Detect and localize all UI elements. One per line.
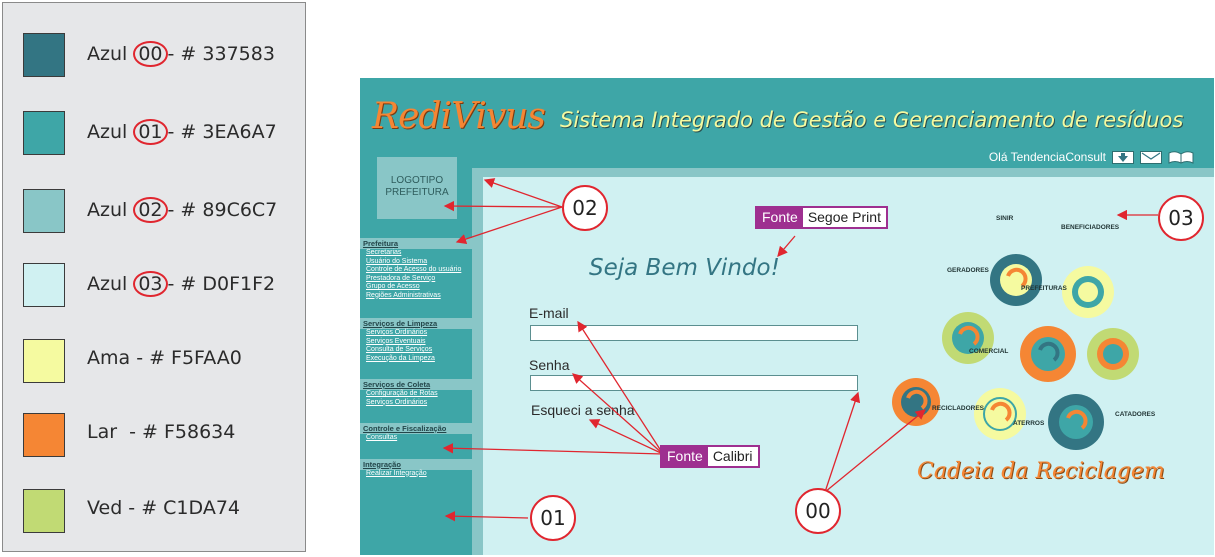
- sidebar-item[interactable]: Controle de Acesso do usuário: [360, 266, 472, 275]
- gear-label: SINIR: [996, 215, 1014, 222]
- gear-label: GERADORES: [947, 267, 989, 274]
- swatch-row-azul-00: Azul 00- # 337583: [3, 27, 303, 87]
- sidebar-section-title: Controle e Fiscalização: [360, 423, 472, 434]
- app-logo: RediVivus: [372, 96, 546, 137]
- gear-sinir: [990, 254, 1042, 306]
- font-tag-segoe: Fonte Segoe Print: [755, 206, 888, 229]
- swatch-row-azul-01: Azul 01- # 3EA6A7: [3, 105, 303, 165]
- sidebar-item[interactable]: Usuário do Sistema: [360, 258, 472, 267]
- content-frame-top: [472, 168, 1214, 177]
- sidebar-item[interactable]: Serviços Eventuais: [360, 338, 472, 347]
- email-label: E-mail: [529, 305, 569, 321]
- swatch-azul-02: [23, 189, 65, 233]
- swatch-row-lar: Lar - # F58634: [3, 407, 303, 467]
- download-icon[interactable]: [1112, 150, 1134, 164]
- annotation-circle-03: 03: [1158, 195, 1204, 241]
- sidebar-item[interactable]: Consultas: [360, 434, 472, 443]
- logo-box-line: PREFEITURA: [385, 187, 449, 198]
- sidebar-section-title: Serviços de Coleta: [360, 379, 472, 390]
- gear-prefeituras: [1020, 326, 1076, 382]
- font-tag-value: Calibri: [707, 447, 758, 466]
- logo-box-line: LOGOTIPO: [390, 175, 444, 186]
- gear-label: RECICLADORES: [932, 405, 985, 412]
- mail-icon[interactable]: [1140, 150, 1162, 164]
- swatch-label: Azul 02- # 89C6C7: [87, 197, 278, 223]
- password-field[interactable]: [530, 375, 858, 391]
- annotation-circle-01: 01: [530, 495, 576, 541]
- swatch-azul-03: [23, 263, 65, 307]
- sidebar-item[interactable]: Consulta de Serviços: [360, 346, 472, 355]
- swatch-label: Ama - # F5FAA0: [87, 347, 242, 369]
- annotation-circle-00: 00: [795, 488, 841, 534]
- sidebar-item[interactable]: Configuração de Rotas: [360, 390, 472, 399]
- swatch-ama: [23, 339, 65, 383]
- gear-label: BENEFICIADORES: [1061, 224, 1120, 231]
- forgot-password-link[interactable]: Esqueci a senha: [531, 402, 635, 418]
- font-tag-label: Fonte: [757, 208, 803, 227]
- font-tag-label: Fonte: [662, 447, 708, 466]
- sidebar-item[interactable]: Grupo de Acesso: [360, 283, 472, 292]
- swatch-label: Azul 00- # 337583: [87, 41, 275, 67]
- sidebar-item[interactable]: Serviços Ordinários: [360, 399, 472, 408]
- color-palette-panel: Azul 00- # 337583 Azul 01- # 3EA6A7 Azul…: [2, 2, 306, 552]
- welcome-heading: Seja Bem Vindo!: [589, 255, 780, 281]
- gear-beneficiadores: [1062, 266, 1114, 318]
- sidebar-section-title: Serviços de Limpeza: [360, 318, 472, 329]
- recycling-gears-graphic: [892, 254, 1139, 450]
- swatch-row-azul-02: Azul 02- # 89C6C7: [3, 183, 303, 243]
- swatch-label: Azul 01- # 3EA6A7: [87, 119, 277, 145]
- gear-label: COMERCIAL: [969, 348, 1009, 355]
- app-mockup: RediVivus Sistema Integrado de Gestão e …: [360, 78, 1214, 555]
- sidebar-item[interactable]: Regiões Administrativas: [360, 292, 472, 301]
- swatch-label: Ved - # C1DA74: [87, 497, 240, 519]
- gear-aterros: [974, 388, 1026, 440]
- prefeitura-logo-placeholder: LOGOTIPO PREFEITURA: [377, 157, 457, 219]
- sidebar-item[interactable]: Secretarias: [360, 249, 472, 258]
- sidebar-section-title: Integração: [360, 458, 472, 470]
- swatch-label: Azul 03- # D0F1F2: [87, 271, 276, 297]
- book-icon[interactable]: [1168, 150, 1194, 164]
- sidebar-item[interactable]: Realizar Integração: [360, 470, 472, 479]
- gear-recicladores: [892, 378, 940, 426]
- swatch-ved: [23, 489, 65, 533]
- sidebar-section-title: Prefeitura: [360, 238, 472, 249]
- gear-label: CATADORES: [1115, 411, 1156, 418]
- content-frame-left: [472, 168, 483, 555]
- email-field[interactable]: [530, 325, 858, 341]
- gear-label: ATERROS: [1013, 420, 1045, 427]
- font-tag-calibri: Fonte Calibri: [660, 445, 760, 468]
- swatch-azul-01: [23, 111, 65, 155]
- content-area: Seja Bem Vindo! E-mail Senha Esqueci a s…: [483, 177, 1214, 555]
- gear-geradores: [942, 312, 994, 364]
- swatch-azul-00: [23, 33, 65, 77]
- swatch-lar: [23, 413, 65, 457]
- swatch-label: Lar - # F58634: [87, 421, 236, 443]
- recycling-chain-title: Cadeia da Reciclagem: [917, 459, 1165, 484]
- gear-catadores: [1048, 394, 1104, 450]
- sidebar-item[interactable]: Prestadora de Serviço: [360, 275, 472, 284]
- user-bar: Olá TendenciaConsult: [989, 150, 1194, 164]
- annotation-circle-02: 02: [562, 185, 608, 231]
- font-tag-value: Segoe Print: [802, 208, 886, 227]
- password-label: Senha: [529, 357, 570, 373]
- gear-label: PREFEITURAS: [1021, 285, 1067, 292]
- swatch-row-azul-03: Azul 03- # D0F1F2: [3, 257, 303, 317]
- sidebar-item[interactable]: Serviços Ordinários: [360, 329, 472, 338]
- swatch-row-ama: Ama - # F5FAA0: [3, 333, 303, 393]
- app-title: Sistema Integrado de Gestão e Gerenciame…: [560, 108, 1184, 132]
- sidebar-menu: Prefeitura Secretarias Usuário do Sistem…: [360, 238, 472, 478]
- sidebar-item[interactable]: Execução da Limpeza: [360, 355, 472, 364]
- gear-comercial: [1087, 328, 1139, 380]
- user-greeting: Olá TendenciaConsult: [988, 150, 1106, 164]
- swatch-row-ved: Ved - # C1DA74: [3, 483, 303, 543]
